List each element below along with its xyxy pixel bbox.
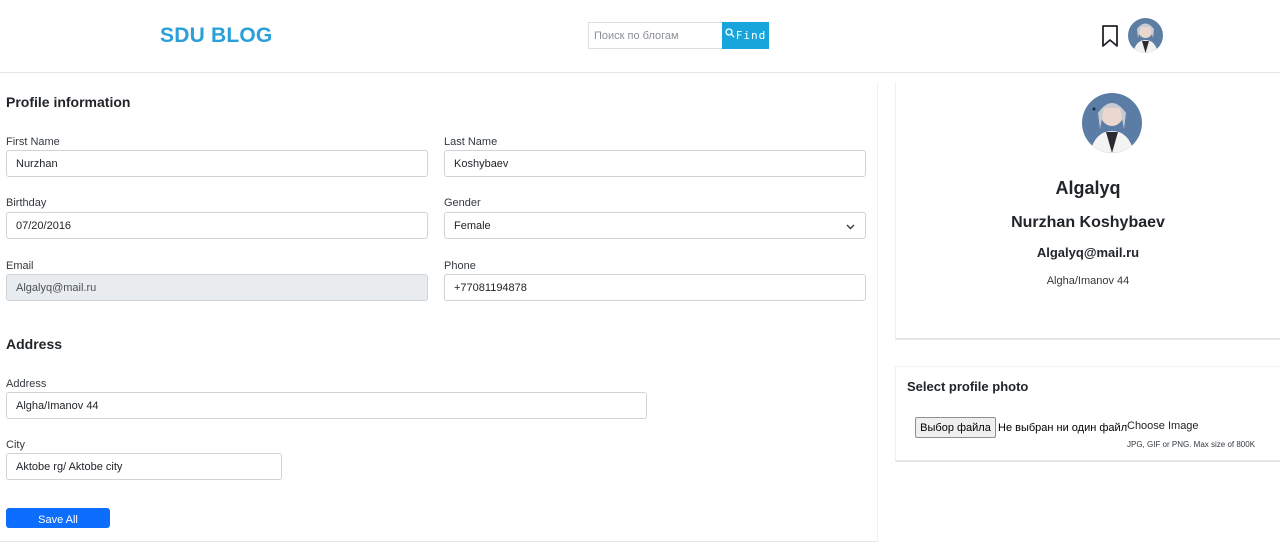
phone-label: Phone — [444, 260, 476, 272]
profile-username: Algalyq — [1055, 178, 1121, 198]
search-icon — [725, 28, 735, 38]
choose-image-label: Choose Image — [1127, 420, 1199, 432]
find-button-label: Find — [735, 29, 767, 42]
profile-summary-card: Algalyq Nurzhan Koshybaev Algalyq@mail.r… — [895, 82, 1280, 340]
birthday-label: Birthday — [6, 197, 47, 209]
address-field[interactable] — [6, 392, 647, 419]
profile-full-name: Nurzhan Koshybaev — [1011, 214, 1165, 231]
photo-card-title: Select profile photo — [907, 379, 1029, 394]
profile-photo-card: Select profile photo Выбор файла Не выбр… — [895, 366, 1280, 462]
profile-avatar — [1082, 93, 1142, 153]
image-format-hint: JPG, GIF or PNG. Max size of 800K — [1127, 440, 1256, 449]
top-navbar: SDU BLOG Find — [0, 0, 1280, 73]
address-section-title: Address — [6, 336, 63, 352]
phone-field[interactable] — [444, 274, 866, 301]
gender-select[interactable]: Female — [444, 212, 866, 239]
search-input[interactable] — [588, 22, 722, 49]
email-field — [6, 274, 428, 301]
avatar-image — [1082, 93, 1142, 153]
birthday-field[interactable] — [6, 212, 428, 239]
gender-selected-value: Female — [454, 219, 491, 232]
save-all-button[interactable]: Save All — [6, 508, 110, 528]
city-field[interactable] — [6, 453, 282, 480]
city-label: City — [6, 439, 25, 451]
address-label: Address — [6, 378, 47, 390]
last-name-label: Last Name — [444, 136, 498, 148]
avatar-image — [1128, 18, 1163, 53]
email-label: Email — [6, 260, 34, 272]
site-logo[interactable]: SDU BLOG — [160, 24, 272, 48]
first-name-label: First Name — [6, 136, 60, 148]
profile-info-title: Profile information — [6, 94, 131, 110]
find-button[interactable]: Find — [722, 22, 769, 49]
profile-email: Algalyq@mail.ru — [1036, 245, 1140, 260]
search-form: Find — [588, 22, 769, 49]
profile-form-card: Profile information First Name Last Name… — [0, 82, 878, 542]
choose-file-button[interactable]: Выбор файла — [915, 417, 996, 438]
gender-label: Gender — [444, 197, 481, 209]
first-name-field[interactable] — [6, 150, 428, 177]
file-status-text: Не выбран ни один файл — [998, 422, 1128, 434]
last-name-field[interactable] — [444, 150, 866, 177]
profile-address: Algha/Imanov 44 — [1046, 275, 1130, 287]
chevron-down-icon — [846, 224, 855, 230]
bookmark-icon[interactable] — [1100, 24, 1120, 48]
user-avatar[interactable] — [1128, 18, 1163, 53]
